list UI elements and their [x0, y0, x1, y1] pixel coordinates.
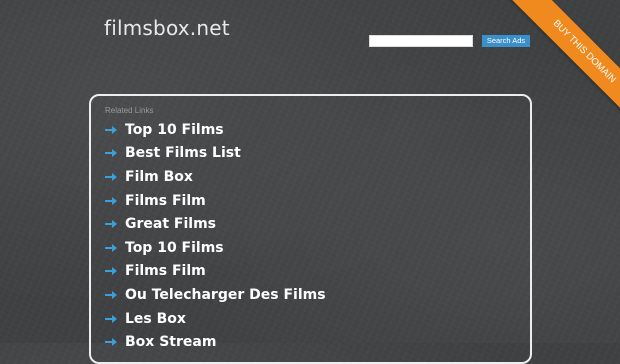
list-item: Film Box	[105, 165, 326, 189]
related-link-label: Les Box	[125, 310, 186, 327]
arrow-right-icon	[105, 243, 117, 252]
list-item: Best Films List	[105, 142, 326, 166]
related-link-label: Film Box	[125, 168, 193, 185]
related-link[interactable]: Top 10 Films	[105, 122, 224, 138]
arrow-right-icon	[105, 290, 117, 299]
related-link[interactable]: Film Box	[105, 169, 193, 185]
related-link[interactable]: Box Stream	[105, 334, 216, 350]
list-item: Les Box	[105, 307, 326, 331]
related-link-label: Box Stream	[125, 334, 217, 351]
related-link-label: Films Film	[125, 263, 206, 280]
arrow-right-icon	[105, 196, 117, 205]
related-link[interactable]: Top 10 Films	[105, 240, 224, 256]
list-item: Box Stream	[105, 330, 326, 354]
related-link[interactable]: Ou Telecharger Des Films	[105, 287, 326, 303]
arrow-right-icon	[105, 125, 117, 134]
related-link-label: Best Films List	[125, 145, 241, 162]
related-link-label: Top 10 Films	[125, 239, 224, 256]
related-link[interactable]: Les Box	[105, 311, 186, 327]
arrow-right-icon	[105, 267, 117, 276]
related-link[interactable]: Best Films List	[105, 145, 241, 161]
list-item: Films Film	[105, 189, 326, 213]
related-link-label: Ou Telecharger Des Films	[125, 286, 326, 303]
related-link[interactable]: Films Film	[105, 193, 206, 209]
related-links-caption: Related Links	[105, 106, 154, 115]
arrow-right-icon	[105, 338, 117, 347]
related-link-label: Films Film	[125, 192, 206, 209]
list-item: Great Films	[105, 212, 326, 236]
list-item: Top 10 Films	[105, 236, 326, 260]
list-item: Ou Telecharger Des Films	[105, 283, 326, 307]
arrow-right-icon	[105, 314, 117, 323]
arrow-right-icon	[105, 220, 117, 229]
related-link-label: Top 10 Films	[125, 121, 224, 138]
related-link-label: Great Films	[125, 216, 216, 233]
list-item: Films Film	[105, 260, 326, 284]
site-title: filmsbox.net	[104, 16, 230, 40]
related-links-box: Related Links Top 10 Films Best Films Li…	[89, 94, 532, 364]
related-link[interactable]: Films Film	[105, 263, 206, 279]
arrow-right-icon	[105, 149, 117, 158]
related-links-list: Top 10 Films Best Films List Film Box Fi…	[105, 118, 326, 354]
search-input[interactable]	[369, 35, 473, 47]
arrow-right-icon	[105, 172, 117, 181]
related-link[interactable]: Great Films	[105, 216, 216, 232]
list-item: Top 10 Films	[105, 118, 326, 142]
